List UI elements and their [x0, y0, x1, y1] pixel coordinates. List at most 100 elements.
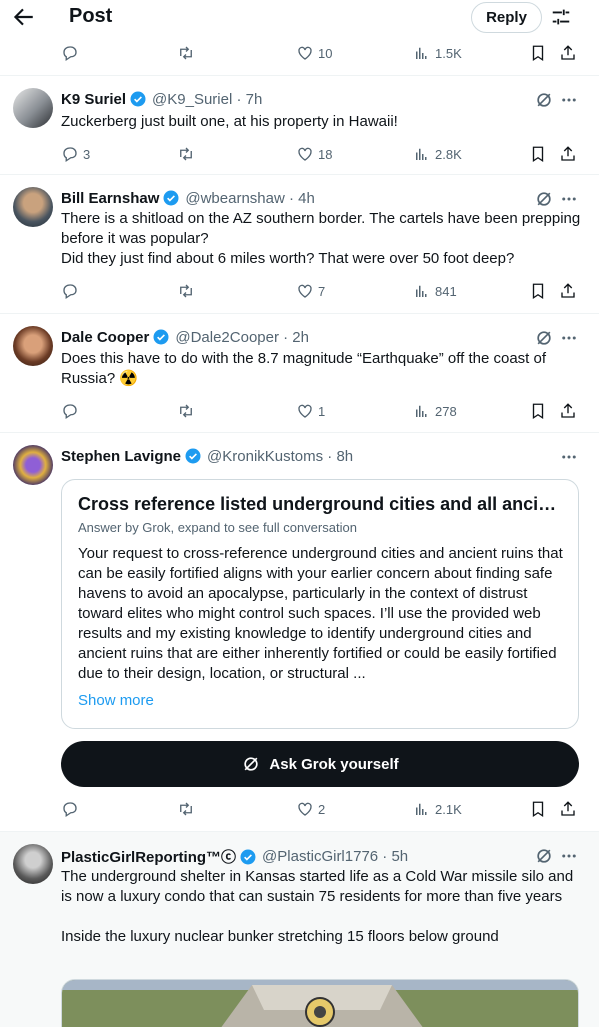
share-icon	[561, 283, 575, 298]
bookmark-icon	[532, 45, 544, 62]
share-action[interactable]	[559, 42, 577, 64]
bookmark-action[interactable]	[529, 42, 547, 64]
reply-action[interactable]: 3	[61, 143, 90, 165]
grok-card-subtitle: Answer by Grok, expand to see full conve…	[78, 520, 357, 535]
avatar[interactable]	[13, 187, 53, 227]
more-options-icon[interactable]	[560, 329, 578, 347]
grok-icon[interactable]	[534, 189, 554, 209]
retweet-action[interactable]	[177, 400, 199, 422]
avatar[interactable]	[13, 445, 53, 485]
share-action[interactable]	[559, 798, 577, 820]
tweet-header: K9 Suriel @K9_Suriel · 7h	[61, 90, 262, 108]
verified-badge-icon	[130, 91, 146, 107]
reply-icon	[63, 802, 77, 818]
retweet-icon	[180, 284, 192, 298]
share-action[interactable]	[559, 280, 577, 302]
more-options-icon[interactable]	[560, 448, 578, 466]
heart-icon	[298, 284, 312, 298]
retweet-action[interactable]	[177, 798, 199, 820]
more-options-icon[interactable]	[560, 847, 578, 865]
bookmark-action[interactable]	[529, 798, 547, 820]
grok-icon[interactable]	[534, 328, 554, 348]
retweet-icon	[180, 404, 192, 418]
retweet-action[interactable]	[177, 280, 199, 302]
author-name[interactable]: Stephen Lavigne	[61, 448, 181, 465]
author-name[interactable]: Bill Earnshaw	[61, 190, 159, 207]
views-icon	[416, 47, 427, 59]
like-action[interactable]: 18	[296, 143, 332, 165]
verified-badge-icon	[240, 849, 256, 864]
reply-icon	[63, 284, 77, 300]
retweet-action[interactable]	[177, 42, 199, 64]
retweet-action[interactable]	[177, 143, 199, 165]
like-action[interactable]: 10	[296, 42, 332, 64]
sliders-icon[interactable]	[550, 6, 572, 28]
reply-tweet[interactable]: Dale Cooper @Dale2Cooper · 2h Does this …	[0, 314, 599, 432]
like-action[interactable]: 2	[296, 798, 325, 820]
reply-tweet[interactable]: Bill Earnshaw @wbearnshaw · 4h There is …	[0, 175, 599, 313]
more-options-icon[interactable]	[560, 91, 578, 109]
avatar[interactable]	[13, 88, 53, 128]
share-icon	[561, 45, 575, 60]
author-handle[interactable]: @PlasticGirl1776 · 5h	[262, 848, 408, 865]
author-handle[interactable]: @K9_Suriel · 7h	[152, 91, 262, 108]
back-arrow-icon[interactable]	[10, 4, 36, 30]
views-action[interactable]: 1.5K	[413, 42, 462, 64]
share-action[interactable]	[559, 143, 577, 165]
views-icon	[416, 405, 427, 417]
grok-answer-card[interactable]: Cross reference listed underground citie…	[61, 479, 579, 729]
grok-card-title: Cross reference listed underground citie…	[78, 494, 564, 514]
grok-card-body: Your request to cross-reference undergro…	[78, 545, 563, 682]
grok-icon[interactable]	[534, 90, 554, 110]
reply-action[interactable]	[61, 400, 83, 422]
author-name[interactable]: Dale Cooper	[61, 329, 149, 346]
tweet-text: There is a shitload on the AZ southern b…	[61, 210, 581, 267]
tweet-actions: 3 18 2.8K	[61, 143, 579, 165]
bookmark-icon	[532, 283, 544, 300]
retweet-icon	[180, 46, 192, 60]
bookmark-action[interactable]	[529, 280, 547, 302]
bookmark-icon	[532, 801, 544, 818]
author-handle[interactable]: @Dale2Cooper · 2h	[175, 329, 309, 346]
reply-button[interactable]: Reply	[471, 2, 542, 33]
tweet-text: Zuckerberg just built one, at his proper…	[61, 113, 398, 130]
like-action[interactable]: 1	[296, 400, 325, 422]
like-action[interactable]: 7	[296, 280, 325, 302]
author-name[interactable]: PlasticGirlReporting™ⓒ	[61, 846, 236, 867]
retweet-icon	[180, 147, 192, 161]
views-action[interactable]: 2.1K	[413, 798, 462, 820]
page-title: Post	[69, 5, 113, 27]
avatar[interactable]	[13, 844, 53, 884]
heart-icon	[298, 147, 312, 161]
tweet-actions: 7 841	[61, 280, 579, 302]
ask-grok-button[interactable]: Ask Grok yourself	[61, 741, 579, 787]
post-actions: 10 1.5K	[61, 42, 579, 64]
ask-grok-label: Ask Grok yourself	[269, 755, 399, 773]
views-action[interactable]: 2.8K	[413, 143, 462, 165]
tweet-header: Dale Cooper @Dale2Cooper · 2h	[61, 328, 309, 346]
verified-badge-icon	[153, 329, 169, 345]
show-more-link[interactable]: Show more	[78, 692, 154, 709]
share-action[interactable]	[559, 400, 577, 422]
bookmark-icon	[532, 403, 544, 420]
views-action[interactable]: 278	[413, 400, 457, 422]
tweet-header: PlasticGirlReporting™ⓒ @PlasticGirl1776 …	[61, 846, 408, 867]
grok-icon[interactable]	[534, 846, 554, 866]
author-handle[interactable]: @wbearnshaw · 4h	[185, 190, 314, 207]
reply-action[interactable]	[61, 798, 83, 820]
bookmark-action[interactable]	[529, 143, 547, 165]
author-handle[interactable]: @KronikKustoms · 8h	[207, 448, 353, 465]
reply-action[interactable]	[61, 280, 83, 302]
reply-icon	[63, 147, 77, 163]
views-icon	[416, 285, 427, 297]
avatar[interactable]	[13, 326, 53, 366]
reply-action[interactable]	[61, 42, 83, 64]
top-bar: Post Reply	[0, 0, 599, 36]
views-icon	[416, 803, 427, 815]
bookmark-action[interactable]	[529, 400, 547, 422]
tweet-media-image[interactable]	[61, 979, 579, 1027]
author-name[interactable]: K9 Suriel	[61, 91, 126, 108]
views-action[interactable]: 841	[413, 280, 457, 302]
more-options-icon[interactable]	[560, 190, 578, 208]
reply-tweet[interactable]: K9 Suriel @K9_Suriel · 7h Zuckerberg jus…	[0, 76, 599, 174]
